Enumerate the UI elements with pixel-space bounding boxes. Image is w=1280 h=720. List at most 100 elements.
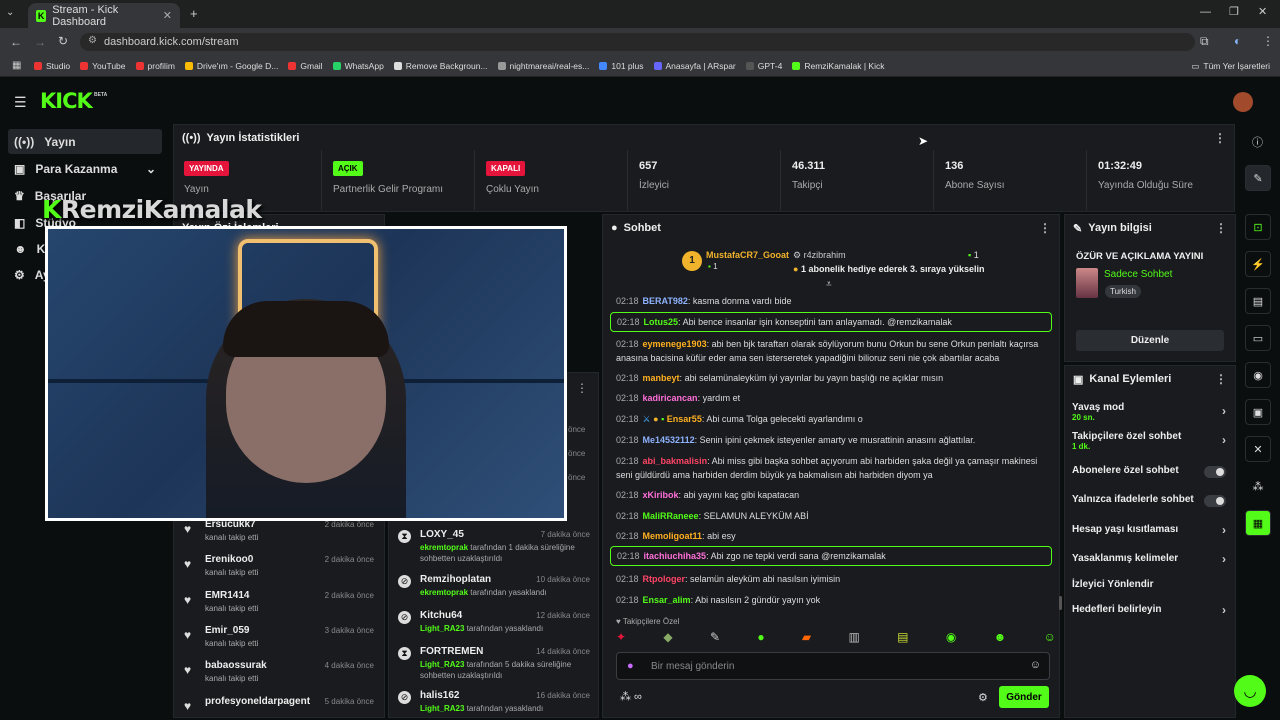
chat-username[interactable]: eymenege1903 bbox=[643, 339, 707, 349]
support-chat-icon[interactable]: ◡ bbox=[1234, 675, 1266, 707]
follower-only-chat-setting[interactable]: Takipçilere özel sohbet 1 dk. › bbox=[1072, 431, 1228, 455]
emote-icon[interactable]: ☻ bbox=[994, 630, 1007, 646]
chat-username[interactable]: Me14532112 bbox=[643, 435, 695, 445]
back-icon[interactable]: ← bbox=[10, 35, 22, 49]
chat-tools-icon[interactable]: ⁂ ∞ bbox=[620, 690, 642, 703]
minimize-icon[interactable]: — bbox=[1200, 6, 1211, 18]
bookmark[interactable]: Anasayfa | ARspar bbox=[653, 61, 736, 71]
gift-promo-text: ● 1 abonelik hediye ederek 3. sıraya yük… bbox=[793, 264, 985, 274]
clipboard-icon[interactable]: ▤ bbox=[1245, 288, 1271, 314]
send-button[interactable]: Gönder bbox=[999, 686, 1049, 708]
kick-logo[interactable]: KICK bbox=[40, 89, 93, 113]
bookmark[interactable]: 101 plus bbox=[599, 61, 644, 71]
site-info-icon[interactable]: ⚙ bbox=[88, 35, 97, 46]
community-icon[interactable]: ⁂ bbox=[1245, 473, 1271, 499]
emote-icon[interactable]: ☺ bbox=[1044, 630, 1056, 646]
chat-input[interactable]: ● Bir mesaj gönderin ☺ bbox=[616, 652, 1050, 680]
hamburger-menu-icon[interactable]: ☰ bbox=[14, 94, 27, 111]
broadcast-icon[interactable]: ◉ bbox=[1245, 362, 1271, 388]
chat-username[interactable]: Ensar_alim bbox=[643, 595, 691, 605]
maximize-icon[interactable]: ❐ bbox=[1229, 5, 1239, 18]
chat-settings-gear-icon[interactable]: ⚙ bbox=[978, 691, 988, 704]
emote-icon[interactable]: ● bbox=[757, 630, 764, 646]
chat-username[interactable]: xKiribok bbox=[643, 490, 679, 500]
pinned-user[interactable]: MustafaCR7_Gooat bbox=[706, 250, 789, 260]
bookmark[interactable]: GPT-4 bbox=[745, 61, 782, 71]
bookmark[interactable]: nightmareai/real-es... bbox=[497, 61, 589, 71]
category-link[interactable]: Sadece Sohbet bbox=[1104, 269, 1172, 280]
url-field[interactable]: ⚙ dashboard.kick.com/stream bbox=[80, 33, 1195, 51]
emote-icon[interactable]: ▤ bbox=[897, 630, 908, 646]
emote-only-toggle[interactable] bbox=[1204, 495, 1226, 507]
host-viewers-setting[interactable]: İzleyici Yönlendir bbox=[1072, 579, 1228, 595]
widget-icon[interactable]: ⊡ bbox=[1245, 214, 1271, 240]
goals-setting[interactable]: Hedefleri belirleyin › bbox=[1072, 603, 1228, 620]
bookmark[interactable]: RemziKamalak | Kick bbox=[792, 61, 884, 71]
banned-words-setting[interactable]: Yasaklanmış kelimeler › bbox=[1072, 552, 1228, 569]
bookmark[interactable]: WhatsApp bbox=[332, 61, 384, 71]
emote-icon[interactable]: ▥ bbox=[848, 630, 859, 646]
stat-multistream[interactable]: KAPALI Çoklu Yayın bbox=[476, 150, 628, 210]
edit-layout-icon[interactable]: ✎ bbox=[1245, 165, 1271, 191]
subscriber-only-toggle[interactable] bbox=[1204, 466, 1226, 478]
stat-partner[interactable]: AÇIK Partnerlik Gelir Programı bbox=[323, 150, 475, 210]
bookmark[interactable]: YouTube bbox=[80, 61, 126, 71]
more-options-icon[interactable]: ⋮ bbox=[1215, 221, 1227, 235]
browser-menu-icon[interactable]: ⋮ bbox=[1262, 34, 1274, 48]
close-window-icon[interactable]: ✕ bbox=[1258, 5, 1267, 18]
edit-button[interactable]: Düzenle bbox=[1076, 330, 1224, 351]
reload-icon[interactable]: ↻ bbox=[58, 34, 68, 48]
chat-username[interactable]: kadiricancan bbox=[643, 393, 698, 403]
pinned-user-2[interactable]: ⚙ r4zibrahim bbox=[793, 250, 846, 261]
info-icon[interactable]: ⓘ bbox=[1252, 134, 1263, 150]
category-thumbnail bbox=[1076, 268, 1098, 298]
more-options-icon[interactable]: ⋮ bbox=[576, 381, 588, 395]
emote-icon[interactable]: ✎ bbox=[710, 630, 720, 646]
tab-search-icon[interactable]: ⌄ bbox=[6, 7, 14, 18]
bookmark[interactable]: Studio bbox=[34, 61, 70, 71]
new-tab-icon[interactable]: + bbox=[190, 6, 198, 21]
emote-icon[interactable]: ▰ bbox=[802, 630, 811, 646]
wrench-icon[interactable]: ✕ bbox=[1245, 436, 1271, 462]
profile-icon[interactable]: ◐ bbox=[1234, 34, 1241, 48]
bookmark[interactable]: profilim bbox=[135, 61, 175, 71]
bookmark[interactable]: Remove Backgroun... bbox=[393, 61, 488, 71]
emote-icon[interactable]: ◆ bbox=[663, 630, 672, 646]
lightning-icon[interactable]: ⚡ bbox=[1245, 251, 1271, 277]
ban-icon: ⊘ bbox=[398, 691, 411, 704]
chat-username[interactable]: abi_bakmalisin bbox=[643, 456, 708, 466]
chat-username[interactable]: BERAT982 bbox=[643, 296, 688, 306]
browser-tab[interactable]: K Stream - Kick Dashboard ✕ bbox=[28, 3, 180, 28]
chat-username[interactable]: itachiuchiha35 bbox=[644, 551, 707, 561]
extension-icon[interactable]: ▦ bbox=[1245, 510, 1271, 536]
microphone-icon[interactable]: ● bbox=[627, 660, 634, 672]
chat-username[interactable]: Rtpologer bbox=[643, 574, 686, 584]
emote-icon[interactable]: ◉ bbox=[946, 630, 956, 646]
bookmark[interactable]: Drive'ım - Google D... bbox=[184, 61, 278, 71]
close-tab-icon[interactable]: ✕ bbox=[163, 9, 172, 22]
chat-username[interactable]: MaliRRaneee bbox=[643, 511, 699, 521]
more-options-icon[interactable]: ⋮ bbox=[1039, 221, 1051, 235]
more-options-icon[interactable]: ⋮ bbox=[1214, 131, 1226, 145]
chat-username[interactable]: Ensar55 bbox=[667, 414, 702, 424]
emote-icon[interactable]: ✦ bbox=[616, 630, 626, 646]
chat-scrollbar[interactable] bbox=[1059, 596, 1062, 610]
avatar[interactable] bbox=[1233, 92, 1253, 112]
extensions-icon[interactable]: ⧉ bbox=[1200, 34, 1209, 49]
more-options-icon[interactable]: ⋮ bbox=[1215, 372, 1227, 386]
bookmark[interactable]: Gmail bbox=[288, 61, 323, 71]
slow-mode-setting[interactable]: Yavaş mod 20 sn. › bbox=[1072, 402, 1228, 426]
account-age-setting[interactable]: Hesap yaşı kısıtlaması › bbox=[1072, 523, 1228, 540]
forward-icon[interactable]: → bbox=[34, 35, 46, 49]
sidebar-item-para-kazanma[interactable]: ▣ Para Kazanma ⌄ bbox=[8, 156, 162, 181]
all-bookmarks[interactable]: ▭ Tüm Yer İşaretleri bbox=[1191, 61, 1270, 72]
media-icon[interactable]: ▣ bbox=[1245, 399, 1271, 425]
sidebar-item-yayin[interactable]: ((•)) Yayın bbox=[8, 129, 162, 154]
chat-username[interactable]: manbeyt bbox=[643, 373, 680, 383]
emoji-icon[interactable]: ☺ bbox=[1030, 659, 1041, 671]
apps-grid-icon[interactable]: ▦ bbox=[12, 60, 21, 71]
chat-icon[interactable]: ▭ bbox=[1245, 325, 1271, 351]
chat-username[interactable]: Lotus25 bbox=[644, 317, 679, 327]
chat-username[interactable]: Memoligoat11 bbox=[643, 531, 703, 541]
collapse-pinned-icon[interactable]: ⩡ bbox=[826, 279, 832, 290]
